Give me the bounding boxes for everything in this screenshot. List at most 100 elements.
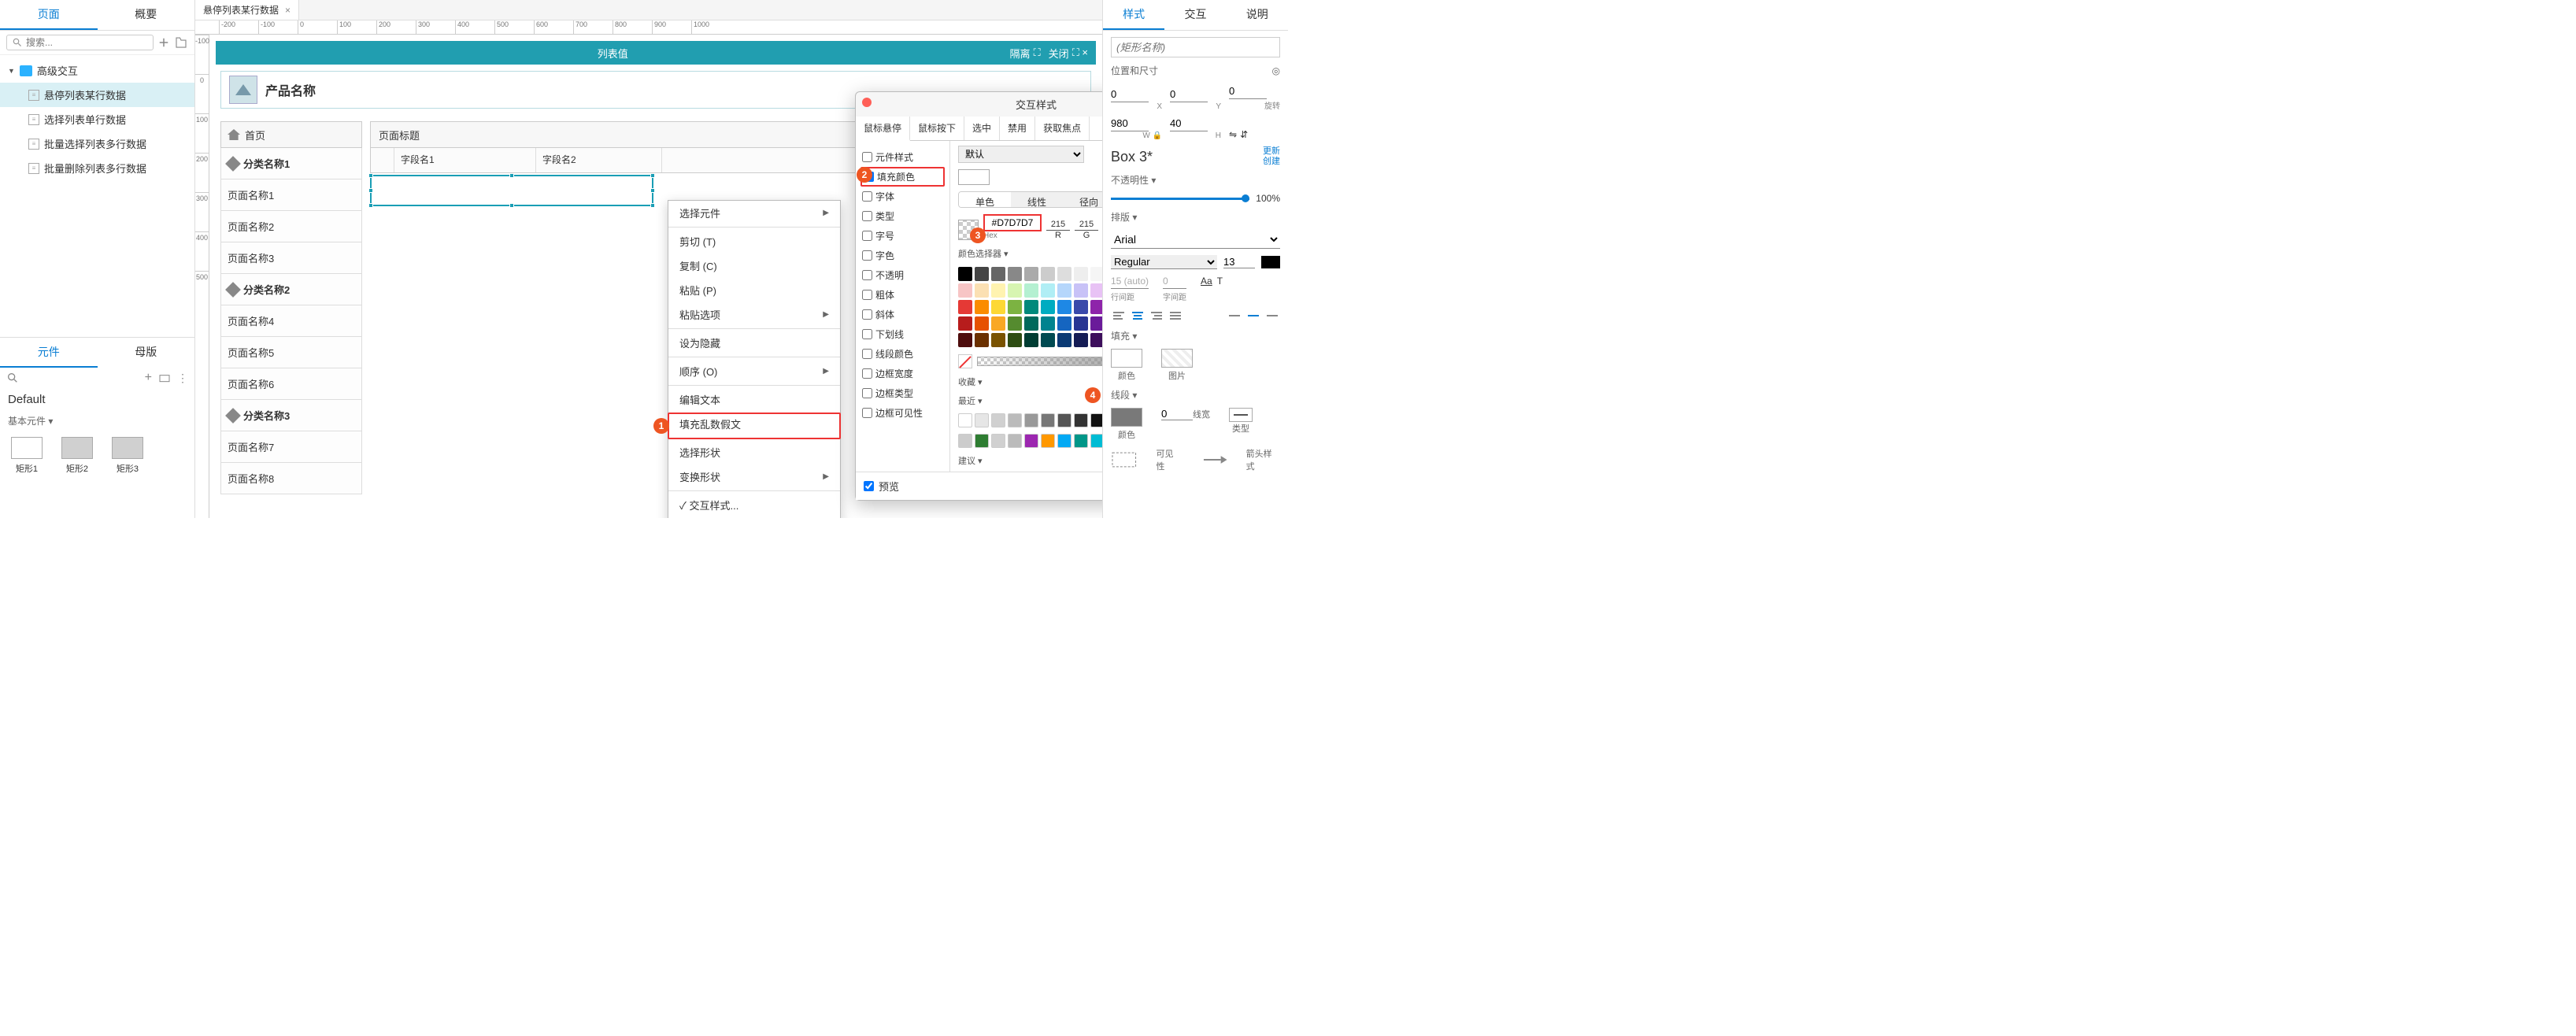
tab-style[interactable]: 样式 <box>1103 0 1164 30</box>
update-style-link[interactable]: 更新 <box>1263 146 1280 157</box>
recent-swatch[interactable] <box>1008 413 1022 427</box>
swatch[interactable] <box>975 283 989 298</box>
tree-page-1[interactable]: ≡选择列表单行数据 <box>0 107 194 131</box>
swatch[interactable] <box>975 316 989 331</box>
swatch[interactable] <box>991 267 1005 281</box>
selected-widget[interactable] <box>370 175 653 206</box>
recent-swatch[interactable] <box>1090 413 1102 427</box>
chk-widget-style[interactable]: 元件样式 <box>861 147 945 167</box>
ctx-cut[interactable]: 剪切 (T) <box>668 229 840 253</box>
tree-page-2[interactable]: ≡批量选择列表多行数据 <box>0 131 194 156</box>
valign-middle-icon[interactable] <box>1245 309 1261 323</box>
outline-cat[interactable]: 分类名称2 <box>220 274 362 305</box>
line-color-swatch[interactable] <box>1111 408 1142 427</box>
ctx-lorem[interactable]: 填充乱数假文 <box>668 412 840 436</box>
recent-swatch[interactable] <box>991 413 1005 427</box>
align-center-icon[interactable] <box>1130 309 1146 323</box>
line-spacing-input[interactable]: 15 (auto) <box>1111 276 1149 289</box>
line-label[interactable]: 线段 ▾ <box>1111 388 1137 401</box>
color-palette[interactable] <box>958 267 1102 347</box>
swatch[interactable] <box>1057 316 1071 331</box>
weight-select[interactable]: Regular <box>1111 255 1217 269</box>
swatch[interactable] <box>1074 267 1088 281</box>
outline-page[interactable]: 页面名称8 <box>220 463 362 494</box>
line-width-input[interactable] <box>1161 408 1193 420</box>
color-tab-linear[interactable]: 线性 <box>1011 192 1063 207</box>
swatch[interactable] <box>1041 283 1055 298</box>
outline-page[interactable]: 页面名称5 <box>220 337 362 368</box>
opacity-label[interactable]: 不透明性 ▾ <box>1111 173 1156 187</box>
swatch[interactable] <box>958 267 972 281</box>
recent-swatch[interactable] <box>1024 434 1038 448</box>
doc-tab[interactable]: 悬停列表某行数据 × <box>195 0 299 20</box>
tab-widgets[interactable]: 元件 <box>0 338 98 368</box>
ix-tab-hover[interactable]: 鼠标悬停 <box>856 117 910 141</box>
outline-page[interactable]: 页面名称3 <box>220 242 362 274</box>
recent-swatch[interactable] <box>1074 434 1088 448</box>
x-input[interactable] <box>1111 87 1149 102</box>
ix-tab-disabled[interactable]: 禁用 <box>1000 117 1035 140</box>
outline-home[interactable]: 首页 <box>220 121 362 148</box>
fill-label[interactable]: 填充 ▾ <box>1111 329 1137 342</box>
outline-page[interactable]: 页面名称7 <box>220 431 362 463</box>
opacity-slider[interactable] <box>977 357 1102 366</box>
canvas[interactable]: 列表值 隔离⛶ 关闭⛶ × 产品名称 首页 分类名称1 页面名称1 页面名称2 … <box>209 35 1102 518</box>
ctx-paste-opts[interactable]: 粘贴选项▶ <box>668 302 840 327</box>
valign-bottom-icon[interactable] <box>1264 309 1280 323</box>
swatch[interactable] <box>1090 316 1102 331</box>
swatch[interactable] <box>1074 333 1088 347</box>
fill-swatch[interactable] <box>958 169 990 185</box>
char-spacing-input[interactable]: 0 <box>1163 276 1186 289</box>
tab-outline[interactable]: 概要 <box>98 0 195 30</box>
ctx-set-hidden[interactable]: 设为隐藏 <box>668 331 840 355</box>
tab-notes[interactable]: 说明 <box>1227 0 1288 30</box>
recent-swatch[interactable] <box>975 413 989 427</box>
chk-color[interactable]: 字色 <box>861 246 945 265</box>
preview-checkbox[interactable] <box>864 481 874 491</box>
swatch[interactable] <box>1024 300 1038 314</box>
ctx-edit-text[interactable]: 编辑文本 <box>668 387 840 412</box>
shape-rect1[interactable]: 矩形1 <box>11 437 43 475</box>
outline-cat[interactable]: 分类名称1 <box>220 148 362 179</box>
size-input[interactable] <box>1223 256 1255 268</box>
chk-opacity[interactable]: 不透明 <box>861 265 945 285</box>
swatch[interactable] <box>1057 283 1071 298</box>
swatch[interactable] <box>975 267 989 281</box>
swatch[interactable] <box>1024 283 1038 298</box>
picker-label[interactable]: 颜色选择器 ▾ <box>958 247 1009 260</box>
swatch[interactable] <box>1090 283 1102 298</box>
swatch[interactable] <box>1074 316 1088 331</box>
swatch[interactable] <box>1057 300 1071 314</box>
chk-italic[interactable]: 斜体 <box>861 305 945 324</box>
outline-page[interactable]: 页面名称6 <box>220 368 362 400</box>
align-right-icon[interactable] <box>1149 309 1164 323</box>
color-tab-radial[interactable]: 径向 <box>1063 192 1102 207</box>
chk-underline[interactable]: 下划线 <box>861 324 945 344</box>
swatch[interactable] <box>1074 300 1088 314</box>
swatch[interactable] <box>1041 300 1055 314</box>
dialog-close-icon[interactable] <box>862 98 872 107</box>
add-lib-icon[interactable]: + <box>145 371 152 385</box>
fav-label[interactable]: 收藏 ▾ <box>958 376 1102 388</box>
fill-image-swatch[interactable] <box>1161 349 1193 368</box>
font-select[interactable]: Arial <box>1111 230 1280 249</box>
flip-v-icon[interactable]: ⇵ <box>1240 129 1248 140</box>
h-input[interactable] <box>1170 116 1208 131</box>
visibility-icon[interactable]: ◎ <box>1272 65 1280 76</box>
border-visibility-icon[interactable] <box>1111 451 1138 468</box>
chk-bold[interactable]: 粗体 <box>861 285 945 305</box>
create-style-link[interactable]: 创建 <box>1263 157 1280 167</box>
suggest-label[interactable]: 建议 ▾ <box>958 454 1102 467</box>
swatch[interactable] <box>991 300 1005 314</box>
ctx-transform[interactable]: 变换形状▶ <box>668 464 840 489</box>
recent-swatch[interactable] <box>1057 434 1071 448</box>
swatch[interactable] <box>958 283 972 298</box>
swatch[interactable] <box>975 333 989 347</box>
swatch[interactable] <box>1057 267 1071 281</box>
swatch[interactable] <box>1041 333 1055 347</box>
ix-tab-down[interactable]: 鼠标按下 <box>910 117 964 140</box>
swatch[interactable] <box>1008 283 1022 298</box>
widget-name-input[interactable] <box>1111 37 1280 57</box>
w-input[interactable] <box>1111 116 1149 131</box>
font-color-chip[interactable] <box>1261 256 1280 268</box>
